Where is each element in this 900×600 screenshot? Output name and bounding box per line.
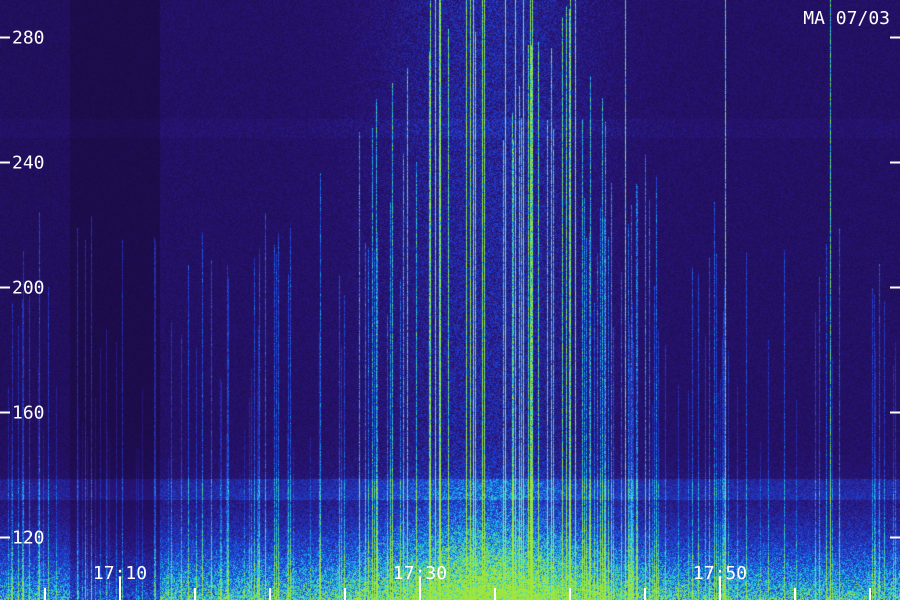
spectrogram-chart: MA 07/03 120 160 200 240 280 17:10 17:30 17:50 [0,0,900,600]
y-tick-label-240: 240 [12,153,45,174]
y-tick-label-120: 120 [12,528,45,549]
x-axis: 17:10 17:30 17:50 [44,563,871,600]
x-tick-label-17:30: 17:30 [393,563,447,584]
y-axis: 120 160 200 240 280 [0,28,900,549]
x-tick-label-17:10: 17:10 [93,563,147,584]
axes-overlay: MA 07/03 120 160 200 240 280 17:10 17:30 17:50 [0,8,900,600]
y-tick-label-160: 160 [12,403,45,424]
x-tick-label-17:50: 17:50 [693,563,747,584]
station-date-label: MA 07/03 [803,8,890,29]
y-tick-label-280: 280 [12,28,45,49]
y-tick-label-200: 200 [12,278,45,299]
